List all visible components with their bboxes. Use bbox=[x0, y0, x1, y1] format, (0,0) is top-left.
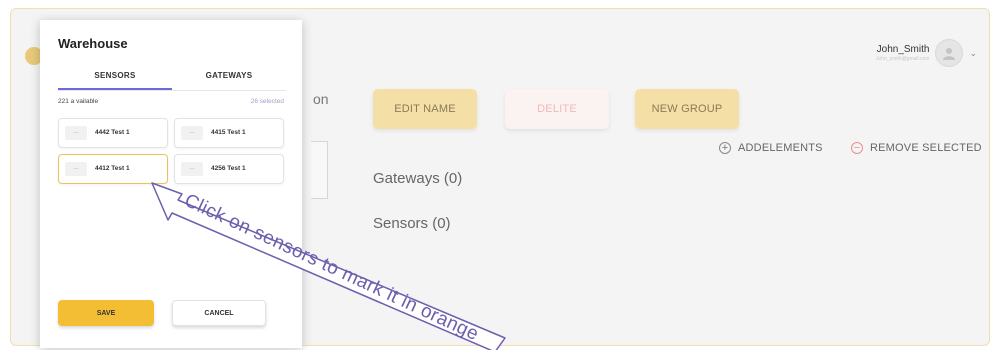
add-elements-label: ADDELEMENTS bbox=[738, 142, 823, 154]
tab-sensors[interactable]: SENSORS bbox=[58, 68, 172, 90]
sensor-card[interactable]: — 4442 Test 1 bbox=[58, 118, 168, 148]
chevron-down-icon[interactable]: ⌄ bbox=[969, 48, 977, 59]
sensor-thumbnail-icon: — bbox=[181, 162, 203, 176]
sensor-thumbnail-icon: — bbox=[65, 126, 87, 140]
minus-circle-icon: − bbox=[851, 142, 863, 154]
sensor-label: 4412 Test 1 bbox=[95, 165, 130, 172]
plus-circle-icon: + bbox=[719, 142, 731, 154]
sensor-card[interactable]: — 4415 Test 1 bbox=[174, 118, 284, 148]
avatar-icon[interactable] bbox=[935, 39, 964, 67]
page-title-fragment: on bbox=[313, 91, 329, 107]
sensor-label: 4256 Test 1 bbox=[211, 165, 246, 172]
remove-selected-label: REMOVE SELECTED bbox=[870, 142, 982, 154]
gateways-heading: Gateways (0) bbox=[373, 170, 463, 187]
modal-tabs: SENSORS GATEWAYS bbox=[58, 68, 286, 90]
save-button[interactable]: SAVE bbox=[58, 300, 154, 326]
sensor-card[interactable]: — 4256 Test 1 bbox=[174, 154, 284, 184]
remove-selected-button[interactable]: − REMOVE SELECTED bbox=[851, 142, 982, 154]
user-silhouette-icon bbox=[943, 48, 956, 60]
user-name: John_Smith bbox=[876, 44, 930, 55]
delete-button[interactable]: DELITE bbox=[505, 89, 609, 129]
user-email: John_smith@gmail.com bbox=[876, 56, 930, 62]
selected-count: 26 selected bbox=[250, 98, 284, 105]
tab-divider bbox=[58, 90, 286, 91]
tab-gateways[interactable]: GATEWAYS bbox=[172, 68, 286, 90]
sensor-thumbnail-icon: — bbox=[65, 162, 87, 176]
add-elements-button[interactable]: + ADDELEMENTS bbox=[719, 142, 823, 154]
warehouse-modal: Warehouse SENSORS GATEWAYS 221 a vailabl… bbox=[40, 20, 302, 348]
sensor-card-selected[interactable]: — 4412 Test 1 bbox=[58, 154, 168, 184]
sensor-label: 4442 Test 1 bbox=[95, 129, 130, 136]
sensors-heading: Sensors (0) bbox=[373, 215, 451, 232]
cancel-button[interactable]: CANCEL bbox=[172, 300, 266, 326]
background-panel bbox=[311, 141, 328, 199]
new-group-button[interactable]: NEW GROUP bbox=[635, 89, 739, 129]
edit-name-button[interactable]: EDIT NAME bbox=[373, 89, 477, 129]
modal-title: Warehouse bbox=[58, 36, 128, 51]
user-menu[interactable]: John_Smith John_smith@gmail.com ⌄ bbox=[876, 39, 977, 67]
available-count: 221 a vailable bbox=[58, 98, 99, 105]
user-info: John_Smith John_smith@gmail.com bbox=[876, 44, 929, 62]
screen: John_Smith John_smith@gmail.com ⌄ on EDI… bbox=[0, 0, 994, 350]
sensor-thumbnail-icon: — bbox=[181, 126, 203, 140]
sensor-label: 4415 Test 1 bbox=[211, 129, 246, 136]
